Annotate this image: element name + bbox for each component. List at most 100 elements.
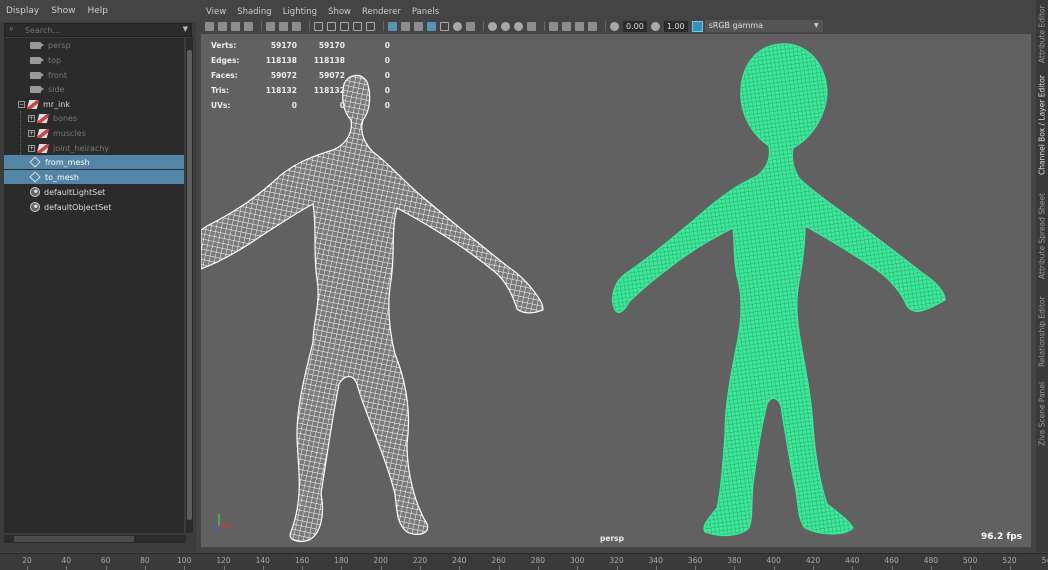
outliner-item-default-light-set[interactable]: defaultLightSet: [4, 185, 184, 199]
color-management-icon[interactable]: [691, 20, 703, 32]
camera-icon: [30, 56, 44, 64]
wireframe-on-shaded-icon[interactable]: [427, 21, 436, 31]
bookmarks-icon[interactable]: [231, 21, 240, 31]
camera-attributes-icon[interactable]: [218, 21, 227, 31]
toolbar-separator: [383, 21, 384, 31]
viewport-menu-panels[interactable]: Panels: [412, 7, 439, 17]
image-plane-icon[interactable]: [244, 21, 253, 31]
anti-aliasing-icon[interactable]: [514, 21, 523, 31]
motion-blur-icon[interactable]: [501, 21, 510, 31]
timeline-tick: [498, 566, 500, 570]
hud-label: Edges:: [211, 56, 240, 65]
outliner-menu-help[interactable]: Help: [87, 6, 108, 16]
set-icon: [30, 202, 40, 212]
wireframe-icon[interactable]: [388, 21, 397, 31]
tab-channel-box-layer-editor[interactable]: Channel Box / Layer Editor: [1036, 70, 1048, 180]
gamma-icon[interactable]: [650, 21, 660, 31]
outliner-horizontal-scrollbar[interactable]: [4, 535, 186, 543]
depth-of-field-icon[interactable]: [527, 21, 536, 31]
timeline-tick-label: 260: [491, 556, 506, 565]
hud-row-tris: Tris: 118132 118132 0: [211, 83, 390, 98]
textured-icon[interactable]: [414, 21, 423, 31]
hud-row-verts: Verts: 59170 59170 0: [211, 38, 390, 53]
from-mesh-wireframe[interactable]: [201, 74, 544, 543]
viewport-menu-renderer[interactable]: Renderer: [362, 7, 401, 17]
mesh-transform-icon: [30, 172, 40, 182]
search-dropdown-arrow-icon[interactable]: ▼: [183, 25, 188, 33]
xray-icon[interactable]: [440, 21, 449, 31]
hud-value: 0: [384, 56, 390, 65]
timeline-tick: [27, 566, 28, 570]
timeline-tick: [223, 566, 225, 570]
film-gate-icon[interactable]: [314, 21, 323, 31]
timeline-tick-label: 240: [452, 556, 467, 565]
gate-mask-icon[interactable]: [340, 21, 349, 31]
gamma-field[interactable]: 1.00: [663, 20, 688, 32]
tab-attribute-spread-sheet[interactable]: Attribute Spread Sheet: [1036, 186, 1048, 286]
color-space-dropdown[interactable]: sRGB gamma: [704, 20, 823, 32]
timeline-tick-label: 280: [530, 556, 546, 565]
smooth-shade-icon[interactable]: [401, 21, 410, 31]
timeline-tick: [105, 566, 107, 570]
isolate-select-icon[interactable]: [549, 21, 558, 31]
shadows-icon[interactable]: [466, 21, 475, 31]
xray-active-icon[interactable]: [575, 21, 584, 31]
search-icon: ⌕: [9, 24, 15, 34]
outliner-item-muscles[interactable]: + muscles: [4, 126, 184, 140]
tab-ziva-scene-panel[interactable]: Ziva Scene Panel: [1036, 378, 1048, 450]
select-camera-icon[interactable]: [205, 21, 214, 31]
outliner-item-persp[interactable]: persp: [4, 38, 184, 52]
outliner-item-front[interactable]: front: [4, 68, 184, 82]
outliner-tree: persp top front side − mr_ink + bones + …: [4, 38, 184, 533]
expand-icon[interactable]: +: [28, 129, 35, 137]
xray-joints-icon[interactable]: [562, 21, 571, 31]
field-chart-icon[interactable]: [353, 21, 362, 31]
to-mesh-wireframe[interactable]: [612, 43, 946, 537]
exposure-icon[interactable]: [610, 21, 619, 31]
timeline-tick-label: 520: [1002, 556, 1017, 565]
grid-icon[interactable]: [292, 21, 301, 31]
viewport-menu-shading[interactable]: Shading: [237, 7, 272, 17]
outliner-item-bones[interactable]: + bones: [4, 111, 184, 125]
tab-relationship-editor[interactable]: Relationship Editor: [1036, 292, 1048, 372]
use-all-lights-icon[interactable]: [453, 21, 462, 31]
layer-icon: [36, 113, 50, 123]
outliner-item-top[interactable]: top: [4, 53, 184, 67]
outliner-item-from-mesh[interactable]: from_mesh: [4, 155, 184, 169]
viewport-menu-show[interactable]: Show: [328, 7, 351, 17]
outliner-vertical-scrollbar[interactable]: [186, 38, 193, 533]
grease-pencil-icon[interactable]: [266, 21, 275, 31]
tab-attribute-editor[interactable]: Attribute Editor: [1036, 2, 1048, 66]
expand-icon[interactable]: +: [28, 114, 35, 122]
exposure-field[interactable]: 0.00: [623, 20, 647, 32]
hud-value: 118138: [313, 56, 345, 65]
timeline-tick: [616, 566, 618, 570]
outliner-menu-show[interactable]: Show: [51, 6, 75, 16]
3d-viewport[interactable]: Verts: 59170 59170 0 Edges: 118138 11813…: [201, 34, 1031, 547]
collapse-icon[interactable]: −: [18, 100, 25, 108]
outliner-item-side[interactable]: side: [4, 82, 184, 96]
resolution-gate-icon[interactable]: [327, 21, 336, 31]
outliner-search-input[interactable]: [5, 24, 175, 36]
outliner-menu-display[interactable]: Display: [6, 6, 39, 16]
layer-icon: [26, 99, 40, 109]
scrollbar-thumb[interactable]: [14, 536, 134, 542]
safe-action-icon[interactable]: [366, 21, 375, 31]
screen-space-ao-icon[interactable]: [488, 21, 497, 31]
outliner-item-default-object-set[interactable]: defaultObjectSet: [4, 200, 184, 214]
timeline-tick-label: 480: [923, 556, 939, 565]
viewport-menu-lighting[interactable]: Lighting: [283, 7, 317, 17]
outliner-item-label: mr_ink: [43, 99, 71, 109]
outliner-item-mr-ink[interactable]: − mr_ink: [4, 97, 184, 111]
timeline-tick-label: 320: [609, 556, 624, 565]
outliner-item-to-mesh[interactable]: to_mesh: [4, 170, 184, 184]
2d-pan-zoom-icon[interactable]: [279, 21, 288, 31]
timeline-tick: [537, 566, 539, 570]
expand-icon[interactable]: +: [28, 144, 35, 152]
time-slider[interactable]: 20 40 60 80 100 120 140 160 180 200 220 240 260 280 30…: [0, 553, 1048, 570]
viewport-menu-view[interactable]: View: [206, 7, 226, 17]
scrollbar-thumb[interactable]: [187, 50, 192, 520]
timeline-tick: [380, 566, 382, 570]
outliner-item-joint-heirachy[interactable]: + joint_heirachy: [4, 141, 184, 155]
backface-culling-icon[interactable]: [588, 21, 597, 31]
